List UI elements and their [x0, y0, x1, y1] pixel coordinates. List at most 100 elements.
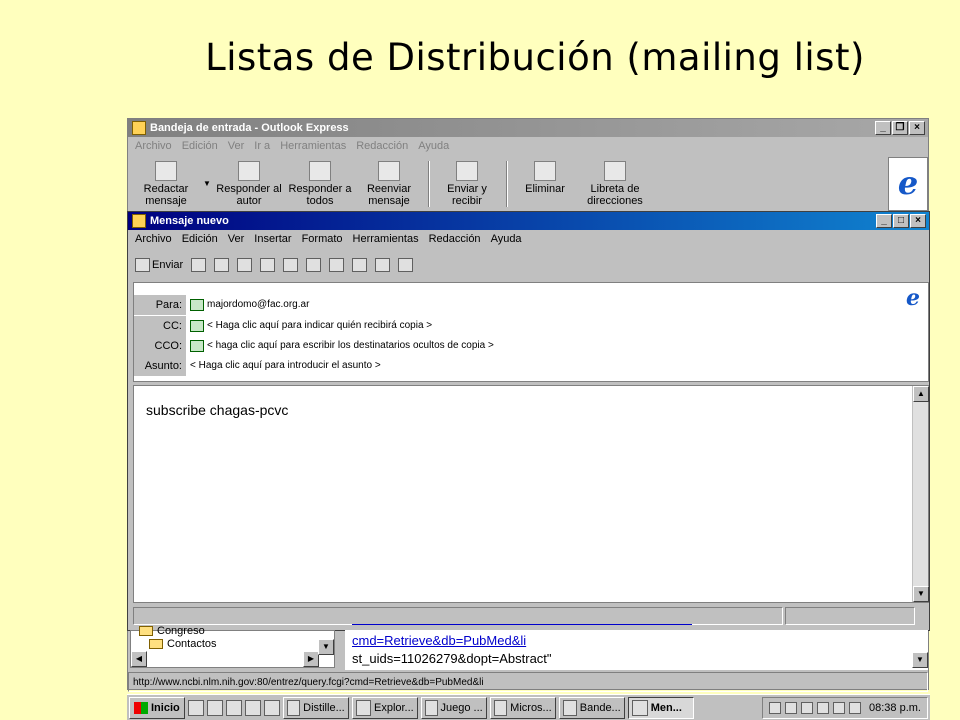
send-receive-button[interactable]: Enviar y recibir — [436, 161, 498, 207]
tray-icon[interactable] — [801, 702, 814, 714]
quicklaunch-icon[interactable] — [187, 699, 204, 716]
reply-author-button[interactable]: Responder al autor — [213, 161, 285, 207]
undo-icon[interactable] — [191, 258, 207, 272]
task-microsoft[interactable]: Micros... — [489, 696, 556, 719]
menu-ayuda[interactable]: Ayuda — [491, 233, 522, 245]
scroll-right-button[interactable]: ▶ — [303, 651, 319, 667]
toolbar-label: Reenviar — [366, 183, 412, 195]
start-label: Inicio — [151, 701, 180, 714]
cut-icon[interactable] — [214, 258, 230, 272]
ie-logo-icon: e — [906, 285, 920, 311]
ie-logo-icon: e — [897, 164, 919, 202]
delete-icon — [534, 161, 556, 181]
quicklaunch-icon[interactable] — [225, 699, 242, 716]
task-distiller[interactable]: Distille... — [282, 696, 349, 719]
tray-icon[interactable] — [849, 702, 862, 714]
quicklaunch-ie-icon[interactable] — [244, 699, 261, 716]
compose-toolbar: Enviar — [130, 254, 414, 276]
cc-field[interactable]: < Haga clic aquí para indicar quién reci… — [190, 316, 432, 336]
maximize-button[interactable]: □ — [893, 214, 909, 228]
contact-card-icon[interactable] — [190, 340, 204, 352]
compose-titlebar: Mensaje nuevo _ □ × — [128, 212, 929, 230]
subject-field[interactable]: < Haga clic aquí para introducir el asun… — [190, 356, 381, 376]
menu-ayuda[interactable]: Ayuda — [418, 140, 449, 152]
minimize-button[interactable]: _ — [875, 121, 891, 135]
new-mail-button[interactable]: Redactar mensaje — [136, 161, 196, 207]
scroll-left-button[interactable]: ◀ — [131, 651, 147, 667]
folder-item[interactable]: Congreso — [139, 625, 205, 637]
menu-formato[interactable]: Formato — [302, 233, 343, 245]
tray-icon[interactable] — [785, 702, 798, 714]
tray-icon[interactable] — [833, 702, 846, 714]
delete-button[interactable]: Eliminar — [516, 161, 574, 195]
quicklaunch-icon[interactable] — [206, 699, 223, 716]
reply-all-button[interactable]: Responder a todos — [285, 161, 355, 207]
scroll-up-button[interactable]: ▲ — [913, 386, 929, 402]
signature-icon[interactable] — [352, 258, 368, 272]
folder-label: Contactos — [167, 638, 217, 650]
toolbar-label: mensaje — [368, 195, 410, 207]
slide-title: Listas de Distribución (mailing list) — [205, 36, 865, 79]
tray-icon[interactable] — [769, 702, 782, 714]
paste-icon[interactable] — [260, 258, 276, 272]
tray-icon[interactable] — [817, 702, 830, 714]
status-url: http://www.ncbi.nlm.nih.gov:80/entrez/qu… — [133, 676, 484, 688]
menu-ver[interactable]: Ver — [228, 233, 245, 245]
task-inbox[interactable]: Bande... — [558, 696, 625, 719]
close-button[interactable]: × — [909, 121, 925, 135]
send-button[interactable]: Enviar — [135, 258, 183, 272]
minimize-button[interactable]: _ — [876, 214, 892, 228]
menu-archivo[interactable]: Archivo — [135, 233, 172, 245]
quicklaunch-icon[interactable] — [263, 699, 280, 716]
address-book-button[interactable]: Libreta de direcciones — [580, 161, 650, 207]
reply-icon — [238, 161, 260, 181]
clock[interactable]: 08:38 p.m. — [869, 702, 921, 714]
dropdown-arrow-icon[interactable]: ▼ — [203, 179, 211, 188]
toolbar-label: recibir — [452, 195, 482, 207]
scroll-down-button[interactable]: ▼ — [912, 652, 928, 668]
bcc-field[interactable]: < haga clic aquí para escribir los desti… — [190, 336, 494, 356]
menu-ver[interactable]: Ver — [228, 140, 245, 152]
task-game[interactable]: Juego ... — [420, 696, 487, 719]
to-field[interactable]: majordomo@fac.org.ar — [190, 295, 309, 315]
menu-ir-a[interactable]: Ir a — [254, 140, 270, 152]
app-icon — [562, 699, 577, 716]
contact-card-icon[interactable] — [190, 299, 204, 311]
task-label: Bande... — [579, 701, 621, 714]
menu-edicion[interactable]: Edición — [182, 140, 218, 152]
attach-icon[interactable] — [329, 258, 345, 272]
task-new-message[interactable]: Men... — [627, 696, 694, 719]
preview-link[interactable]: cmd=Retrieve&db=PubMed&li — [352, 633, 526, 648]
subject-label: Asunto: — [134, 356, 186, 376]
folder-item[interactable]: Contactos — [149, 638, 217, 650]
app-icon — [424, 699, 438, 716]
check-names-icon[interactable] — [283, 258, 299, 272]
restore-button[interactable]: ❐ — [892, 121, 908, 135]
toolbar-separator — [506, 161, 508, 207]
message-body[interactable]: subscribe chagas-pcvc ▲ ▼ — [133, 385, 929, 603]
menu-edicion[interactable]: Edición — [182, 233, 218, 245]
menu-redaccion[interactable]: Redacción — [356, 140, 408, 152]
sign-icon[interactable] — [375, 258, 391, 272]
task-explorer[interactable]: Explor... — [351, 696, 418, 719]
scroll-down-button[interactable]: ▼ — [913, 586, 929, 602]
copy-icon[interactable] — [237, 258, 253, 272]
contact-card-icon[interactable] — [190, 320, 204, 332]
scroll-down-button[interactable]: ▼ — [318, 639, 334, 655]
close-button[interactable]: × — [910, 214, 926, 228]
send-icon — [135, 258, 150, 272]
menu-insertar[interactable]: Insertar — [254, 233, 291, 245]
toolbar-label: direcciones — [587, 195, 643, 207]
menu-archivo[interactable]: Archivo — [135, 140, 172, 152]
menu-herramientas[interactable]: Herramientas — [280, 140, 346, 152]
address-book-icon[interactable] — [306, 258, 322, 272]
start-button[interactable]: Inicio — [129, 696, 185, 719]
forward-button[interactable]: Reenviar mensaje — [358, 161, 420, 207]
menu-redaccion[interactable]: Redacción — [429, 233, 481, 245]
outlook-titlebar: Bandeja de entrada - Outlook Express _ ❐… — [128, 119, 928, 137]
reply-all-icon — [309, 161, 331, 181]
menu-herramientas[interactable]: Herramientas — [353, 233, 419, 245]
body-scrollbar[interactable]: ▲ ▼ — [912, 386, 929, 602]
encrypt-icon[interactable] — [398, 258, 414, 272]
toolbar-label: mensaje — [145, 195, 187, 207]
